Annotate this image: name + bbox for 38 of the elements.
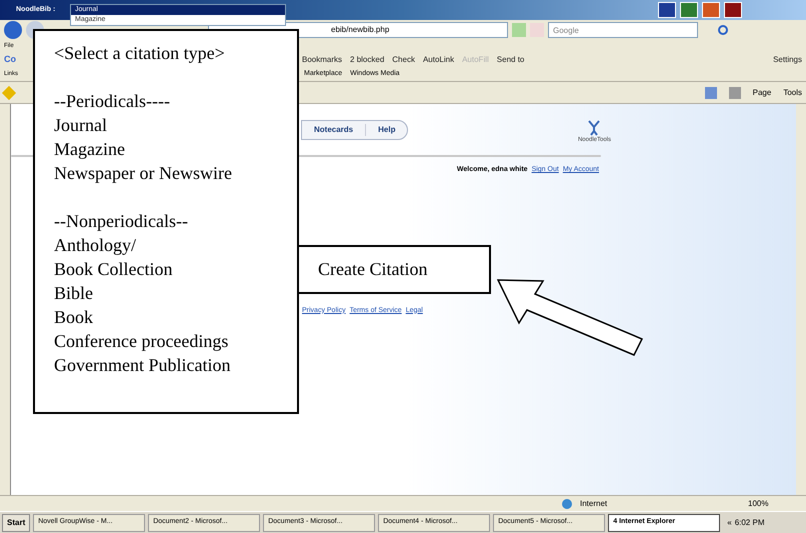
toolbar-button[interactable]: Send to [496, 54, 524, 66]
toolbar-button[interactable]: Bookmarks [302, 54, 342, 66]
nav-tab[interactable]: Help [366, 124, 408, 136]
toolbar-button[interactable]: AutoLink [422, 54, 454, 66]
callout-text: --Nonperiodicals-- [54, 210, 189, 233]
toolbar-button[interactable]: Check [392, 54, 415, 66]
spreadsheet-app-icon[interactable] [680, 2, 698, 18]
search-icon[interactable] [718, 25, 728, 35]
callout-text: --Periodicals---- [54, 90, 171, 113]
zone-text: Internet [580, 498, 608, 510]
callout-text: Newspaper or Newswire [54, 162, 233, 185]
callout-text: Bible [54, 282, 94, 305]
toolbar-button[interactable]: 2 blocked [350, 54, 384, 66]
back-icon[interactable] [4, 21, 22, 39]
globe-icon [562, 498, 572, 508]
command-button[interactable]: Page [752, 86, 772, 98]
callout-text: Anthology/ [54, 234, 138, 257]
pdf-app-icon[interactable] [724, 2, 742, 18]
callout-text: Book Collection [54, 258, 174, 281]
tray-expand-button[interactable]: « [727, 516, 732, 528]
toolbar-button[interactable]: Settings [773, 54, 802, 66]
start-button[interactable]: Start [2, 514, 30, 532]
clock-text: 6:02 PM [734, 516, 764, 528]
slides-app-icon[interactable] [702, 2, 720, 18]
callout-text: Government Publication [54, 354, 232, 377]
callout-text: Journal [54, 114, 108, 137]
command-button[interactable]: Tools [783, 86, 802, 98]
callout-text: Conference proceedings [54, 330, 230, 353]
callout-text: Create Citation [318, 258, 428, 281]
search-field[interactable]: Google [548, 22, 698, 38]
callout-text: Magazine [54, 138, 126, 161]
word-app-icon[interactable] [658, 2, 676, 18]
figure-logo-icon [588, 120, 600, 136]
toolbar-logo[interactable]: Co [4, 53, 16, 67]
nav-tab[interactable]: Notecards [302, 124, 366, 136]
callout-text: Book [54, 306, 94, 329]
zoom-button[interactable]: 100% [748, 498, 798, 510]
callout-text: <Select a citation type> [54, 42, 226, 65]
